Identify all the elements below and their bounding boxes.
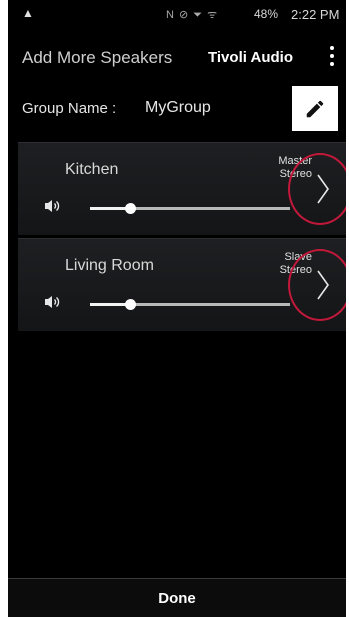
- done-button[interactable]: Done: [8, 578, 346, 617]
- speaker-card-living-room: Living Room Slave Stereo: [18, 238, 346, 331]
- pencil-icon: [306, 100, 324, 117]
- battery-percent: 48%: [254, 7, 279, 21]
- add-more-speakers-title[interactable]: Add More Speakers: [22, 48, 172, 68]
- app-screen: ▲ N ⊘ ⏷ ᯤ 48% 2:22 PM Add More Speakers …: [8, 0, 346, 617]
- clock: 2:22 PM: [291, 7, 340, 22]
- volume-slider-fill: [90, 207, 130, 210]
- chevron-right-icon: [317, 174, 329, 204]
- overflow-menu-icon[interactable]: [324, 44, 340, 70]
- edit-group-name-button[interactable]: [292, 86, 338, 131]
- chevron-right-icon: [317, 270, 329, 300]
- group-name-row: Group Name : MyGroup: [8, 86, 346, 136]
- status-bar: ▲ N ⊘ ⏷ ᯤ 48% 2:22 PM: [8, 0, 346, 28]
- brand-label: Tivoli Audio: [208, 49, 293, 66]
- group-name-label: Group Name :: [22, 100, 117, 117]
- battery-icon: 48%: [254, 7, 278, 21]
- group-name-value: MyGroup: [145, 99, 211, 116]
- volume-slider[interactable]: [90, 299, 290, 310]
- status-icons: N ⊘ ⏷ ᯤ: [166, 9, 219, 21]
- volume-slider-knob[interactable]: [125, 203, 136, 214]
- volume-slider-fill: [90, 303, 130, 306]
- done-label: Done: [158, 590, 196, 607]
- speaker-name: Living Room: [65, 257, 154, 274]
- speaker-settings-button[interactable]: [288, 151, 346, 227]
- volume-slider-knob[interactable]: [125, 299, 136, 310]
- warning-icon: ▲: [22, 6, 34, 20]
- speaker-name: Kitchen: [65, 161, 119, 178]
- speaker-volume-icon[interactable]: [44, 199, 60, 213]
- volume-slider[interactable]: [90, 203, 290, 214]
- speaker-card-kitchen: Kitchen Master Stereo: [18, 142, 346, 235]
- speaker-settings-button[interactable]: [288, 247, 346, 323]
- speaker-volume-icon[interactable]: [44, 295, 60, 309]
- app-header: Add More Speakers Tivoli Audio: [8, 40, 346, 76]
